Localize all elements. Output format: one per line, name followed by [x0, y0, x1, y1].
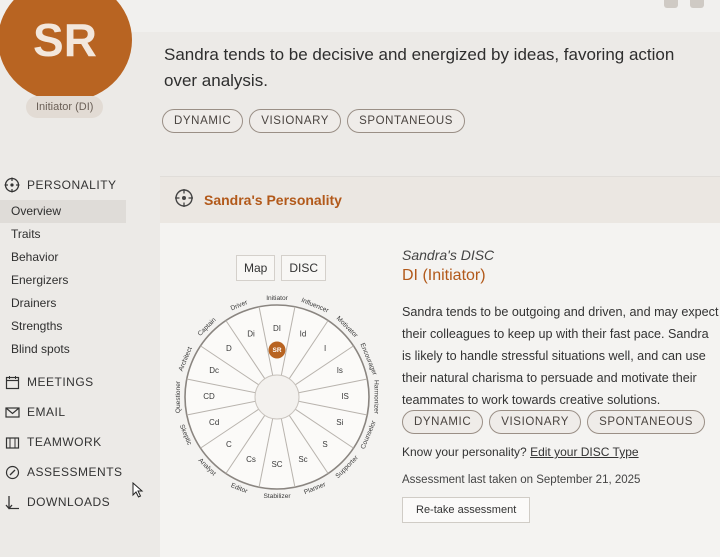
edit-disc-link[interactable]: Edit your DISC Type [530, 445, 639, 459]
know-prompt: Know your personality? [402, 445, 527, 459]
sidebar: PERSONALITY Overview Traits Behavior Ene… [0, 170, 150, 517]
sidebar-section-personality[interactable]: PERSONALITY [0, 170, 150, 200]
sidebar-item-drainers[interactable]: Drainers [0, 292, 126, 315]
wheel-inner-label: S [322, 440, 327, 449]
sidebar-item-behavior[interactable]: Behavior [0, 246, 126, 269]
disc-type: DI (Initiator) [402, 267, 486, 284]
view-tabs: Map DISC [236, 255, 327, 281]
sidebar-item-teamwork[interactable]: TEAMWORK [0, 427, 150, 457]
disc-description: Sandra tends to be outgoing and driven, … [402, 305, 719, 407]
wheel-inner-label: Id [300, 329, 307, 338]
tab-disc[interactable]: DISC [281, 255, 327, 281]
sidebar-item-strengths[interactable]: Strengths [0, 315, 126, 338]
disc-wheel[interactable]: InitiatorDIInfluencerId MotivatorI Encoura… [162, 282, 392, 512]
last-assessment-date: Assessment last taken on September 21, 2… [402, 474, 641, 486]
trait-pill: DYNAMIC [402, 410, 484, 434]
download-icon [4, 494, 20, 510]
avatar: SR [0, 0, 132, 102]
wheel-center [254, 374, 300, 420]
sidebar-item-label: DOWNLOADS [27, 495, 111, 509]
wheel-inner-label: Cd [209, 418, 219, 427]
user-marker-label: SR [272, 347, 281, 354]
panel-title: Sandra's Personality [204, 192, 342, 208]
retake-assessment-button[interactable]: Re-take assessment [402, 497, 531, 523]
personality-target-icon [174, 188, 194, 213]
wheel-inner-label: I [324, 344, 326, 353]
wheel-outer-label: Harmonizer [372, 380, 379, 415]
sidebar-item-meetings[interactable]: MEETINGS [0, 367, 150, 397]
sidebar-item-traits[interactable]: Traits [0, 223, 126, 246]
wheel-inner-label: Sc [298, 455, 307, 464]
sidebar-item-blind-spots[interactable]: Blind spots [0, 338, 126, 361]
wheel-outer-label: Questioner [175, 380, 182, 413]
wheel-outer-label: Initiator [266, 295, 288, 302]
sidebar-item-label: ASSESSMENTS [27, 465, 123, 479]
calendar-icon [4, 374, 20, 390]
wheel-inner-label: DI [273, 324, 281, 333]
mouse-cursor-icon [132, 482, 144, 498]
sidebar-item-label: MEETINGS [27, 375, 94, 389]
panel-header: Sandra's Personality [160, 177, 720, 223]
disc-badge: Initiator (DI) [26, 96, 104, 118]
trait-pill: VISIONARY [249, 109, 342, 133]
teamwork-icon [4, 434, 20, 450]
wheel-inner-label: Dc [209, 366, 219, 375]
wheel-inner-label: SC [271, 460, 282, 469]
assessment-icon [4, 464, 20, 480]
hero-trait-pills: DYNAMIC VISIONARY SPONTANEOUS [162, 109, 465, 133]
wheel-inner-label: Di [247, 329, 255, 338]
trait-pill: SPONTANEOUS [347, 109, 465, 133]
tab-map[interactable]: Map [236, 255, 276, 281]
sidebar-item-label: TEAMWORK [27, 435, 102, 449]
wheel-inner-label: Is [337, 366, 343, 375]
personality-target-icon [4, 177, 20, 193]
sidebar-item-overview[interactable]: Overview [0, 200, 126, 223]
disc-subtitle: Sandra's DISC [402, 247, 495, 263]
wheel-inner-label: Cs [246, 455, 256, 464]
sidebar-item-energizers[interactable]: Energizers [0, 269, 126, 292]
know-personality: Know your personality? Edit your DISC Ty… [402, 445, 639, 459]
sidebar-section-label: PERSONALITY [27, 178, 117, 192]
wheel-inner-label: D [226, 344, 232, 353]
wheel-outer-label: Stabilizer [263, 493, 291, 500]
sidebar-item-email[interactable]: EMAIL [0, 397, 150, 427]
trait-pill: SPONTANEOUS [587, 410, 705, 434]
sidebar-item-downloads[interactable]: DOWNLOADS [0, 487, 150, 517]
trait-pill: VISIONARY [489, 410, 582, 434]
sidebar-item-label: EMAIL [27, 405, 66, 419]
panel-trait-pills: DYNAMIC VISIONARY SPONTANEOUS [402, 410, 705, 434]
wheel-inner-label: C [226, 440, 232, 449]
extension-icon[interactable] [664, 0, 678, 8]
mail-icon [4, 404, 20, 420]
wheel-inner-label: IS [341, 392, 349, 401]
wheel-inner-label: Si [336, 418, 343, 427]
profile-summary: Sandra tends to be decisive and energize… [164, 45, 675, 90]
wheel-inner-label: CD [203, 392, 215, 401]
trait-pill: DYNAMIC [162, 109, 244, 133]
profile-icon[interactable] [690, 0, 704, 8]
sidebar-item-assessments[interactable]: ASSESSMENTS [0, 457, 150, 487]
